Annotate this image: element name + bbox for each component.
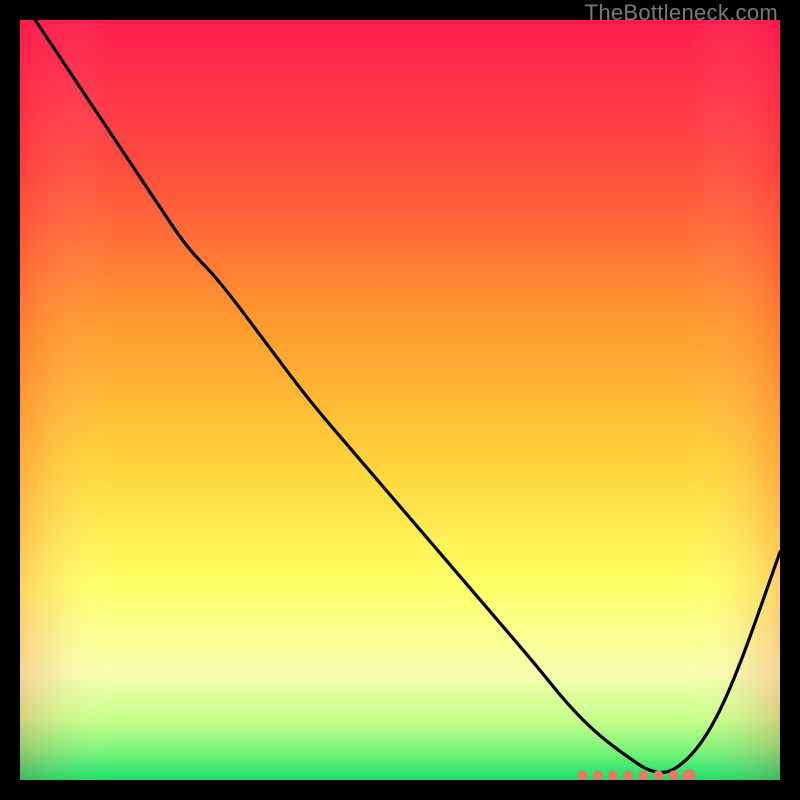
marker-dot — [623, 770, 633, 780]
top-glow — [20, 20, 780, 140]
marker-dot — [608, 770, 618, 780]
marker-dot — [653, 770, 663, 780]
marker-dot — [593, 770, 603, 780]
marker-dot — [577, 770, 587, 780]
marker-dot — [638, 770, 648, 780]
watermark: TheBottleneck.com — [585, 0, 778, 26]
marker-dot — [669, 770, 679, 780]
plot-area — [20, 20, 780, 780]
chart-svg — [20, 20, 780, 780]
